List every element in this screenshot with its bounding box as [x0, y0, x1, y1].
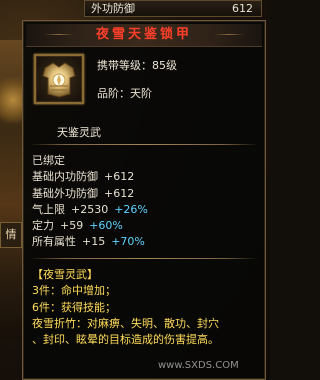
stat-row: 基础内功防御 +612 [32, 169, 260, 185]
title-decoration-right [214, 34, 244, 35]
set-bonus-6: 6件：获得技能； [32, 300, 116, 314]
armor-icon [34, 54, 84, 104]
stat-value: +15 [82, 235, 106, 249]
watermark: www.SXDS.COM [158, 360, 239, 371]
stat-percent: +70% [111, 235, 145, 249]
set-bonus-3: 3件：命中增加； [32, 284, 116, 298]
item-title-bar: 夜雪天鉴锁甲 [26, 24, 262, 47]
stat-label: 基础内功防御 [32, 170, 98, 184]
stat-value: +59 [60, 219, 84, 233]
bound-status: 已绑定 [32, 154, 65, 167]
stat-row: 定力 +59 +60% [32, 218, 260, 234]
stat-percent: +60% [89, 219, 123, 233]
item-title: 夜雪天鉴锁甲 [95, 27, 192, 42]
stat-row: 气上限 +2530 +26% [32, 202, 260, 218]
item-series-name: 天鉴灵武 [57, 126, 101, 139]
carry-level: 携带等级：85级 [97, 59, 177, 72]
set-bonus-block: 【夜雪灵武】 3件：命中增加； 6件：获得技能； 夜雪折竹：对麻痹、失明、散功、… [32, 267, 260, 348]
stat-value: +2530 [71, 202, 109, 216]
divider [29, 258, 259, 259]
stat-label: 定力 [32, 219, 54, 233]
stat-bar-external-defense: 外功防御 612 [84, 0, 262, 17]
set-skill-desc-2: 、封印、眩晕的目标造成的伤害提高。 [32, 333, 219, 347]
stat-value: +612 [104, 186, 135, 200]
stats-block: 已绑定 基础内功防御 +612 基础外功防御 +612 气上限 +2530 +26% 定… [32, 153, 260, 251]
item-grade: 品阶：天阶 [97, 87, 152, 100]
stat-value: +612 [104, 170, 135, 184]
item-tooltip: 夜雪天鉴锁甲 携带等级：85级 品阶：天阶 天鉴灵武 已绑定 基础内功防御 +6… [22, 20, 266, 380]
side-tab[interactable]: 情 [0, 222, 22, 248]
stat-label: 所有属性 [32, 235, 76, 249]
stat-bar-label: 外功防御 [91, 2, 135, 15]
stat-label: 基础外功防御 [32, 186, 98, 200]
stat-row: 基础外功防御 +612 [32, 186, 260, 202]
set-title: 【夜雪灵武】 [32, 268, 98, 281]
set-skill-desc-1: 夜雪折竹：对麻痹、失明、散功、封穴 [32, 316, 219, 330]
stat-bar-value: 612 [232, 2, 253, 15]
divider [29, 144, 259, 145]
game-scene: 情 外功防御 612 夜雪天鉴锁甲 携带等级：85级 品阶：天阶 天鉴灵武 已绑… [0, 0, 270, 380]
stat-row: 所有属性 +15 +70% [32, 234, 260, 250]
stat-label: 气上限 [32, 202, 65, 216]
title-decoration-left [44, 34, 74, 35]
stat-percent: +26% [114, 202, 148, 216]
